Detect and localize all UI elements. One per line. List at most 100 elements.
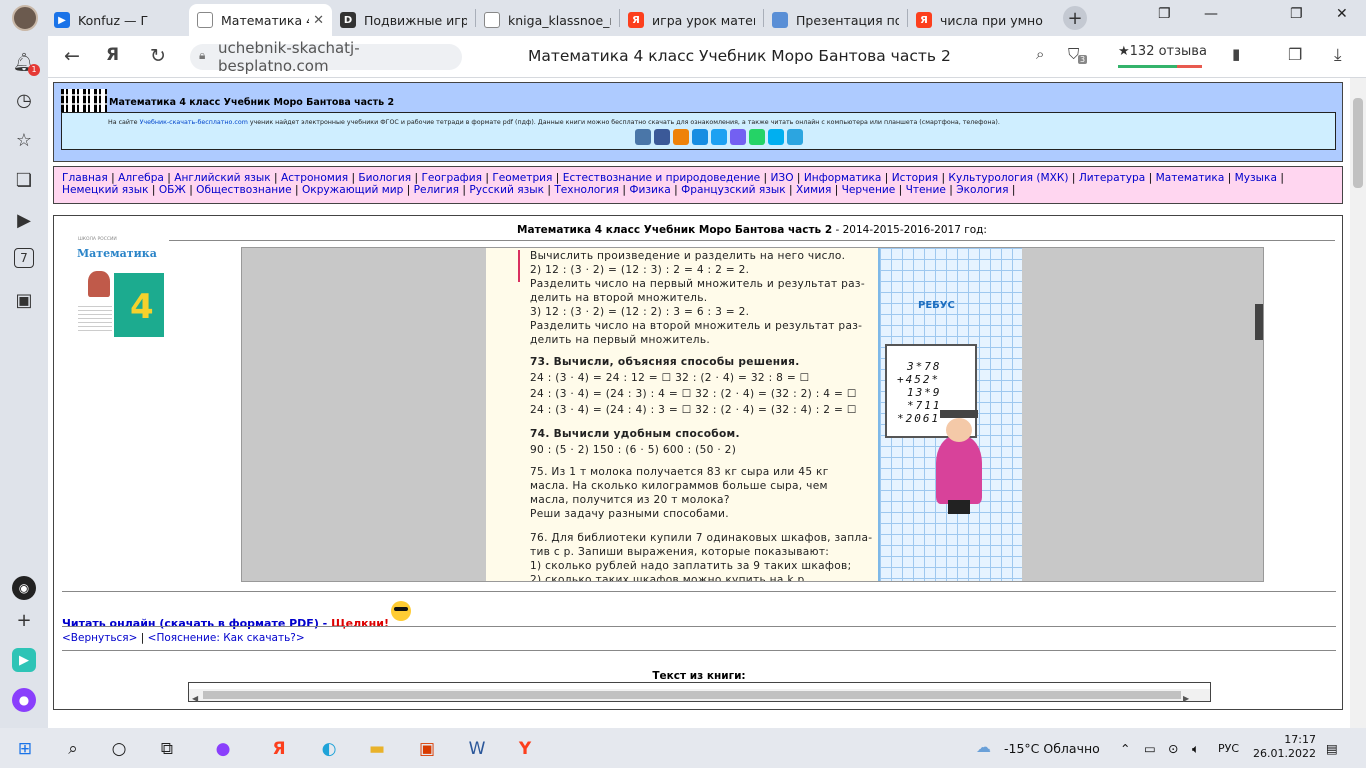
scroll-left-icon[interactable]: ◀ (192, 694, 198, 703)
video-icon[interactable]: ▶ (12, 208, 36, 232)
back-link[interactable]: <Вернуться> (62, 632, 137, 644)
tab-2[interactable]: D Подвижные игр (332, 4, 475, 36)
word-icon[interactable]: W (466, 738, 488, 760)
cortana-icon[interactable]: ○ (108, 738, 130, 760)
clock[interactable]: 17:17 26.01.2022 (1253, 733, 1316, 761)
share-button-4[interactable] (711, 129, 727, 145)
share-button-3[interactable] (692, 129, 708, 145)
category-link[interactable]: Русский язык (469, 184, 544, 196)
yandex-logo-icon[interactable]: Я (106, 45, 119, 65)
share-button-8[interactable] (787, 129, 803, 145)
alice-icon[interactable]: ● (12, 688, 36, 712)
edge-icon[interactable]: ◐ (318, 738, 340, 760)
category-link[interactable]: Немецкий язык (62, 184, 149, 196)
messenger-icon[interactable]: ▶ (12, 648, 36, 672)
reviews-widget[interactable]: ★132 отзыва (1118, 44, 1207, 68)
share-button-2[interactable] (673, 129, 689, 145)
category-link[interactable]: Религия (414, 184, 459, 196)
category-link[interactable]: Культурология (МХК) (948, 172, 1068, 184)
close-window-button[interactable]: ✕ (1336, 6, 1348, 22)
category-link[interactable]: Алгебра (118, 172, 164, 184)
tab-1[interactable]: Математика 4 ✕ (189, 4, 332, 36)
category-link[interactable]: Астрономия (281, 172, 348, 184)
site-link[interactable]: Учебник-скачать-бесплатно.com (140, 119, 248, 126)
download-icon[interactable]: ⤓ (1334, 45, 1342, 65)
tab-5[interactable]: Презентация по (764, 4, 907, 36)
tray-chevron-icon[interactable]: ⌃ (1120, 741, 1130, 756)
collections-icon[interactable]: ❏ (12, 168, 36, 192)
history-icon[interactable]: ◷ (12, 88, 36, 112)
alice-taskbar-icon[interactable]: ● (212, 738, 234, 760)
bookmark-icon[interactable]: ▮ (1232, 45, 1240, 63)
category-link[interactable]: Физика (629, 184, 670, 196)
category-link[interactable]: ОБЖ (159, 184, 186, 196)
tab-collections-icon[interactable]: ❐ (1288, 45, 1302, 64)
category-link[interactable]: Главная (62, 172, 108, 184)
category-link[interactable]: Окружающий мир (302, 184, 403, 196)
minimize-button[interactable]: — (1204, 6, 1218, 22)
category-link[interactable]: Биология (358, 172, 411, 184)
page-scroll-thumb[interactable] (1353, 98, 1363, 188)
yandex-browser-taskbar-icon[interactable]: Y (514, 738, 536, 760)
category-link[interactable]: География (421, 172, 482, 184)
horizontal-scrollbar[interactable]: ◀ ▶ (189, 689, 1210, 703)
share-button-5[interactable] (730, 129, 746, 145)
category-link[interactable]: Математика (1156, 172, 1225, 184)
pdf-viewer[interactable]: РЕБУС 3*78 +452* 13*9 *711 *2061 Вычислить п… (241, 247, 1264, 582)
tab-0[interactable]: ▶ Konfuz — Г (46, 4, 189, 36)
weather-text[interactable]: -15°C Облачно (1004, 741, 1100, 756)
category-link[interactable]: Естествознание и природоведение (563, 172, 760, 184)
category-link[interactable]: ИЗО (770, 172, 793, 184)
category-link[interactable]: Обществознание (196, 184, 291, 196)
screenshot-icon[interactable]: ▣ (12, 288, 36, 312)
scroll-right-icon[interactable]: ▶ (1183, 694, 1189, 703)
explain-link[interactable]: <Пояснение: Как скачать?> (148, 632, 305, 644)
share-button-7[interactable] (768, 129, 784, 145)
bookmarks-star-icon[interactable]: ☆ (12, 128, 36, 152)
category-link[interactable]: Литература (1079, 172, 1145, 184)
share-button-6[interactable] (749, 129, 765, 145)
seven-app-icon[interactable]: 7 (14, 248, 34, 268)
taskbar-search-icon[interactable]: ⌕ (62, 738, 84, 760)
volume-icon[interactable]: 🔈︎ (1192, 741, 1200, 757)
tab-4[interactable]: Яигра урок матем (620, 4, 763, 36)
category-link[interactable]: Черчение (842, 184, 896, 196)
back-arrow-icon[interactable]: ← (64, 45, 80, 67)
tab-list-icon[interactable]: ❐ (1158, 6, 1171, 22)
office-icon[interactable]: ▣ (416, 738, 438, 760)
url-field[interactable]: 🔒︎ uchebnik-skachatj-besplatno.com (190, 39, 462, 75)
category-link[interactable]: Музыка (1235, 172, 1277, 184)
add-panel-icon[interactable]: + (12, 608, 36, 632)
new-tab-button[interactable]: + (1063, 6, 1087, 30)
recorder-icon[interactable]: ◉ (12, 576, 36, 600)
close-tab-icon[interactable]: ✕ (313, 13, 324, 28)
task-view-icon[interactable]: ⧉ (156, 738, 178, 760)
category-link[interactable]: Технология (554, 184, 619, 196)
notifications-icon[interactable]: ▤ (1326, 741, 1338, 756)
share-button-0[interactable] (635, 129, 651, 145)
search-icon[interactable]: ⌕ (1036, 45, 1044, 63)
profile-avatar[interactable] (12, 5, 38, 31)
book-cover[interactable]: ШКОЛА РОССИИ Математика 4 (72, 233, 164, 337)
tab-3[interactable]: kniga_klassnoe_r (476, 4, 619, 36)
viewer-scroll-thumb[interactable] (1255, 304, 1263, 340)
meet-icon[interactable]: ▭ (1144, 741, 1156, 756)
category-link[interactable]: Экология (956, 184, 1008, 196)
category-link[interactable]: Английский язык (174, 172, 270, 184)
reload-icon[interactable]: ↻ (150, 45, 166, 67)
tab-6[interactable]: Ячисла при умнож (908, 4, 1051, 36)
windows-start-icon[interactable]: ⊞ (14, 738, 36, 760)
file-explorer-icon[interactable]: ▬ (366, 738, 388, 760)
restore-button[interactable]: ❐ (1290, 6, 1303, 22)
category-link[interactable]: Французский язык (681, 184, 786, 196)
page-scrollbar[interactable] (1350, 78, 1366, 728)
category-link[interactable]: Информатика (804, 172, 882, 184)
network-icon[interactable]: ⊙ (1168, 741, 1178, 756)
category-link[interactable]: Чтение (906, 184, 946, 196)
category-link[interactable]: Химия (796, 184, 831, 196)
language-indicator[interactable]: РУС (1218, 742, 1239, 755)
horizontal-scroll-thumb[interactable] (203, 691, 1181, 699)
book-text-area[interactable]: ◀ ▶ (188, 682, 1211, 703)
category-link[interactable]: Геометрия (492, 172, 552, 184)
category-link[interactable]: История (892, 172, 938, 184)
